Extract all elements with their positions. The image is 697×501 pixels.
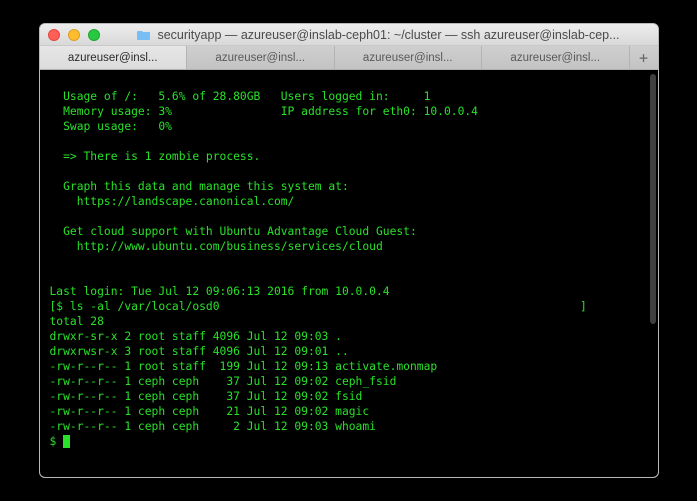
plus-icon: + <box>639 49 648 67</box>
minimize-icon[interactable] <box>68 29 80 41</box>
window-title-text: securityapp — azureuser@inslab-ceph01: ~… <box>157 28 619 42</box>
terminal-line: https://landscape.canonical.com/ <box>50 195 295 208</box>
terminal-line: total 28 <box>50 315 104 328</box>
tab-3[interactable]: azureuser@insl... <box>482 46 630 69</box>
terminal-line: -rw-r--r-- 1 root staff 199 Jul 12 09:13… <box>50 360 438 373</box>
terminal-line: drwxr-sr-x 2 root staff 4096 Jul 12 09:0… <box>50 330 342 343</box>
tab-0[interactable]: azureuser@insl... <box>40 46 188 69</box>
terminal-line: Usage of /: 5.6% of 28.80GB Users logged… <box>50 90 431 103</box>
tab-label: azureuser@insl... <box>510 52 600 64</box>
terminal-line: http://www.ubuntu.com/business/services/… <box>50 240 383 253</box>
terminal-line: Last login: Tue Jul 12 09:06:13 2016 fro… <box>50 285 390 298</box>
window-controls <box>48 29 100 41</box>
terminal-line: => There is 1 zombie process. <box>50 150 261 163</box>
terminal-line: -rw-r--r-- 1 ceph ceph 37 Jul 12 09:02 c… <box>50 375 397 388</box>
terminal-line: [$ ls -al /var/local/osd0 ] <box>50 300 587 313</box>
new-tab-button[interactable]: + <box>630 46 658 69</box>
terminal-line: Swap usage: 0% <box>50 120 172 133</box>
tab-1[interactable]: azureuser@insl... <box>187 46 335 69</box>
folder-icon <box>137 29 151 40</box>
terminal-window: securityapp — azureuser@inslab-ceph01: ~… <box>39 23 659 478</box>
tab-label: azureuser@insl... <box>68 52 158 64</box>
tab-bar: azureuser@insl... azureuser@insl... azur… <box>40 46 658 70</box>
zoom-icon[interactable] <box>88 29 100 41</box>
terminal-line: -rw-r--r-- 1 ceph ceph 2 Jul 12 09:03 wh… <box>50 420 376 433</box>
titlebar[interactable]: securityapp — azureuser@inslab-ceph01: ~… <box>40 24 658 46</box>
tab-label: azureuser@insl... <box>363 52 453 64</box>
terminal-line: drwxrwsr-x 3 root staff 4096 Jul 12 09:0… <box>50 345 349 358</box>
cursor-icon <box>63 435 70 448</box>
prompt: $ <box>50 435 64 448</box>
terminal-line: -rw-r--r-- 1 ceph ceph 21 Jul 12 09:02 m… <box>50 405 370 418</box>
terminal-line: Get cloud support with Ubuntu Advantage … <box>50 225 417 238</box>
tab-2[interactable]: azureuser@insl... <box>335 46 483 69</box>
scrollbar[interactable] <box>650 74 656 324</box>
terminal-body[interactable]: Usage of /: 5.6% of 28.80GB Users logged… <box>40 70 658 477</box>
close-icon[interactable] <box>48 29 60 41</box>
window-title: securityapp — azureuser@inslab-ceph01: ~… <box>108 28 650 42</box>
tab-label: azureuser@insl... <box>215 52 305 64</box>
terminal-line: -rw-r--r-- 1 ceph ceph 37 Jul 12 09:02 f… <box>50 390 363 403</box>
terminal-line: Memory usage: 3% IP address for eth0: 10… <box>50 105 478 118</box>
terminal-line: Graph this data and manage this system a… <box>50 180 349 193</box>
